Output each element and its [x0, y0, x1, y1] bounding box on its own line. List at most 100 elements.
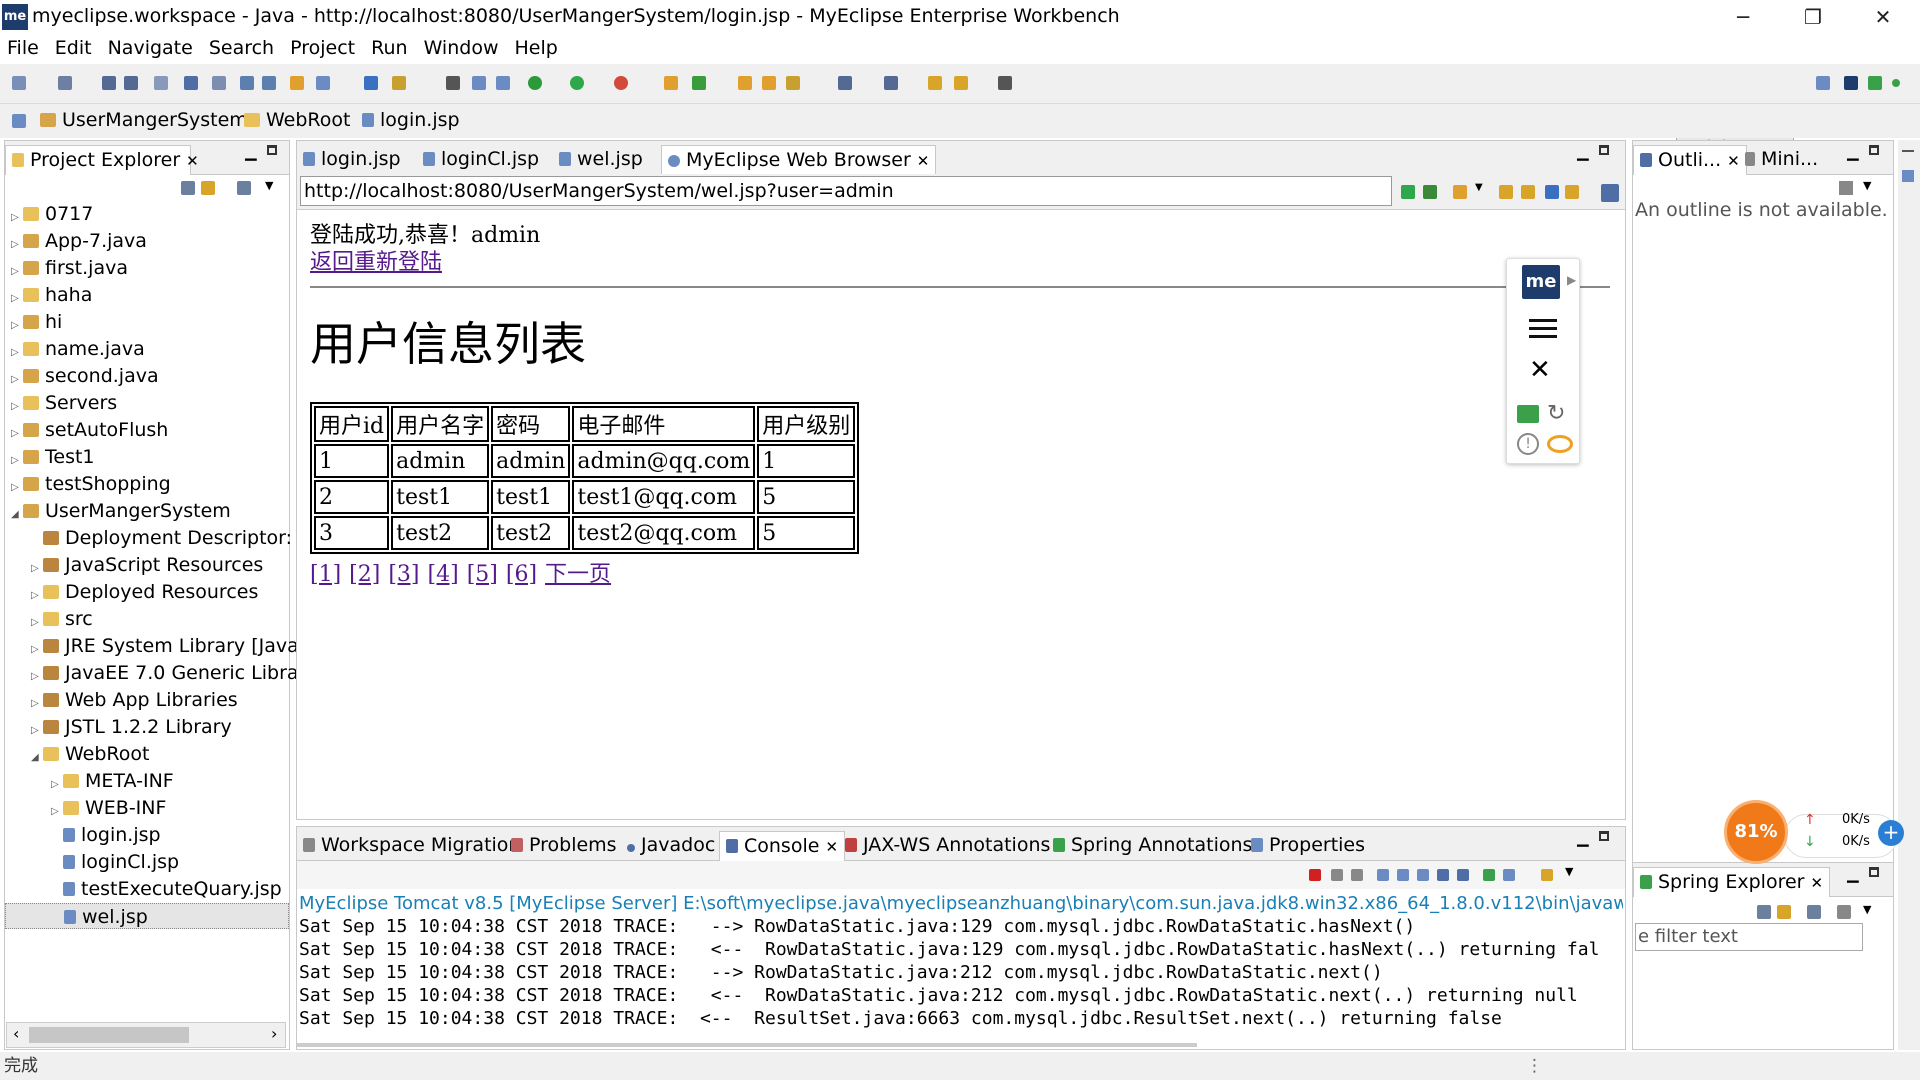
outline-filter-icon[interactable] — [1839, 181, 1853, 195]
menu-run[interactable]: Run — [363, 34, 415, 59]
scroll-lock-icon[interactable] — [1397, 869, 1409, 881]
outline-menu-icon[interactable]: ▼ — [1863, 179, 1871, 192]
display-console-icon[interactable] — [1503, 869, 1515, 881]
page-link[interactable]: [3] — [388, 562, 419, 587]
scroll-right-icon[interactable]: › — [271, 1024, 277, 1043]
tree-item[interactable]: ▷ App-7.java — [11, 228, 147, 254]
close-icon[interactable]: ✕ — [1810, 874, 1823, 892]
tab-wel-jsp[interactable]: wel.jsp — [553, 145, 649, 175]
tree-item[interactable]: ▷ name.java — [11, 336, 145, 362]
magic-wand-icon[interactable]: ✕ — [1529, 355, 1551, 385]
tree-item[interactable]: ▷ Test1 — [11, 444, 95, 470]
link-editor-icon[interactable] — [1777, 905, 1791, 919]
pin-icon[interactable] — [838, 76, 852, 90]
print-icon[interactable] — [154, 76, 168, 90]
tree-item[interactable]: testExecuteQuary.jsp — [51, 876, 282, 902]
java-perspective-icon[interactable] — [1868, 76, 1882, 90]
view-menu-icon[interactable]: ▼ — [1863, 903, 1871, 916]
tab-javadoc[interactable]: Javadoc — [621, 831, 721, 861]
maximize-view-icon[interactable] — [1869, 867, 1879, 877]
forward-nav-icon[interactable] — [998, 76, 1012, 90]
close-icon[interactable]: ✕ — [825, 838, 838, 856]
back-nav-icon[interactable] — [928, 76, 942, 90]
pen-icon[interactable] — [786, 76, 800, 90]
tree-item[interactable]: ▷ src — [31, 606, 93, 632]
browser-back-icon[interactable] — [1499, 185, 1513, 199]
open-folder-icon[interactable] — [738, 76, 752, 90]
tree-item[interactable]: ▷ JRE System Library [JavaS — [31, 633, 311, 659]
save-all-icon[interactable] — [124, 76, 138, 90]
tab-spring-explorer[interactable]: Spring Explorer ✕ — [1633, 867, 1831, 897]
maximize-view-icon[interactable] — [267, 145, 277, 155]
browser-settings-icon[interactable] — [1601, 184, 1619, 202]
tree-item[interactable]: ▷ hi — [11, 309, 62, 335]
reload-icon[interactable]: ↻ — [1547, 401, 1565, 426]
menu-navigate[interactable]: Navigate — [100, 34, 201, 59]
new-icon[interactable] — [12, 76, 26, 90]
minimize-view-icon[interactable]: ▁ — [1847, 143, 1859, 161]
add-icon[interactable]: + — [1878, 820, 1904, 846]
tree-item[interactable]: wel.jsp — [5, 903, 289, 929]
console-menu-icon[interactable]: ▼ — [1565, 865, 1573, 878]
info-icon[interactable]: ! — [1517, 433, 1539, 455]
myeclipse-logo[interactable]: me — [1522, 265, 1560, 299]
refresh-icon[interactable] — [692, 76, 706, 90]
close-icon[interactable]: ✕ — [917, 152, 930, 170]
wizard-icon[interactable] — [664, 76, 678, 90]
pin-console-icon[interactable] — [1483, 869, 1495, 881]
minimize-view-icon[interactable]: ▁ — [1847, 865, 1859, 883]
grid-icon[interactable] — [446, 76, 460, 90]
browser-refresh-icon[interactable] — [1565, 185, 1579, 199]
save-icon[interactable] — [102, 76, 116, 90]
terminate-icon[interactable] — [1309, 869, 1321, 881]
menu-file[interactable]: File — [0, 34, 47, 59]
favorite-dropdown-icon[interactable]: ▼ — [1475, 182, 1483, 193]
expand-arrow-icon[interactable]: ▶ — [1567, 273, 1576, 287]
breadcrumb-project[interactable]: UserMangerSystem — [40, 109, 248, 131]
tab-jaxws-annotations[interactable]: JAX-WS Annotations — [839, 831, 1056, 861]
build-icon[interactable] — [392, 76, 406, 90]
tree-item[interactable]: ◢ WebRoot — [31, 741, 149, 767]
tab-web-browser[interactable]: MyEclipse Web Browser ✕ — [661, 145, 937, 175]
maximize-view-icon[interactable] — [1869, 145, 1879, 155]
next-page-link[interactable]: 下一页 — [545, 562, 611, 587]
tab-project-explorer[interactable]: Project Explorer ✕ — [5, 145, 199, 175]
tree-item[interactable]: Deployment Descriptor: U — [31, 525, 312, 551]
spring-options-icon[interactable] — [1837, 905, 1851, 919]
page-link[interactable]: [6] — [506, 562, 537, 587]
filter-text-input[interactable]: e filter text — [1635, 923, 1863, 951]
tree-item[interactable]: loginCl.jsp — [51, 849, 179, 875]
menu-window[interactable]: Window — [416, 34, 507, 59]
menu-edit[interactable]: Edit — [47, 34, 100, 59]
collapse-all-icon[interactable] — [181, 181, 195, 195]
tree-item[interactable]: ▷ second.java — [11, 363, 159, 389]
page-link[interactable]: [2] — [349, 562, 380, 587]
tab-minimap[interactable]: Mini... — [1739, 145, 1824, 175]
link-editor-icon[interactable] — [201, 181, 215, 195]
menu-search[interactable]: Search — [201, 34, 282, 59]
tab-outline[interactable]: Outli... ✕ — [1633, 145, 1747, 175]
tree-item[interactable]: ▷ JavaEE 7.0 Generic Library — [31, 660, 318, 686]
console-horizontal-scrollbar[interactable] — [297, 1043, 1197, 1047]
clear-console-icon[interactable] — [1377, 869, 1389, 881]
close-icon[interactable]: ✕ — [186, 152, 199, 170]
breadcrumb-folder[interactable]: WebRoot — [244, 109, 350, 131]
tab-logincl-jsp[interactable]: loginCl.jsp — [417, 145, 545, 175]
new-project-icon[interactable] — [58, 76, 72, 90]
collapse-all-icon[interactable] — [1757, 905, 1771, 919]
remove-all-icon[interactable] — [1351, 869, 1363, 881]
redo-icon[interactable] — [262, 76, 276, 90]
go-icon[interactable] — [1401, 185, 1415, 199]
server-icon[interactable] — [212, 76, 226, 90]
tree-item[interactable]: ▷ Deployed Resources — [31, 579, 258, 605]
tree-item[interactable]: ▷ haha — [11, 282, 92, 308]
page-link[interactable]: [5] — [467, 562, 498, 587]
eye-icon[interactable] — [1547, 435, 1573, 453]
tree-item[interactable]: ▷ WEB-INF — [51, 795, 166, 821]
view-menu-icon[interactable]: ▼ — [265, 179, 273, 192]
maximize-editor-icon[interactable] — [1599, 145, 1609, 155]
breadcrumb-nav-icon[interactable] — [12, 114, 26, 128]
tree-item[interactable]: ▷ testShopping — [11, 471, 171, 497]
minimize-editor-icon[interactable]: ▁ — [1577, 143, 1589, 161]
console-icon[interactable] — [184, 76, 198, 90]
